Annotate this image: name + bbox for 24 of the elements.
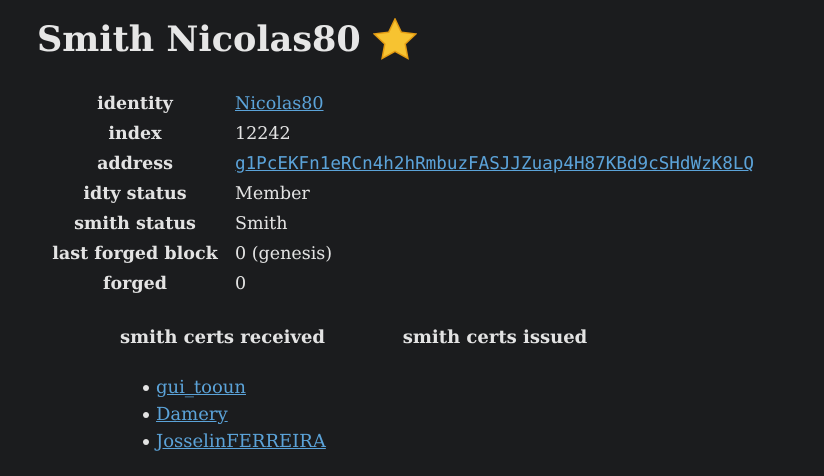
identity-link[interactable]: Nicolas80 <box>235 94 324 114</box>
section-heading: smith certs issued <box>402 327 588 348</box>
field-value: Member <box>235 184 310 204</box>
field-label: index <box>107 124 163 144</box>
field-label: idty status <box>82 184 188 204</box>
field-label: forged <box>102 274 168 294</box>
field-value: 0 <box>235 274 246 294</box>
field-label: smith status <box>73 214 197 234</box>
star-icon <box>372 18 417 60</box>
bullet-icon <box>143 412 149 418</box>
page-title: Smith Nicolas80 <box>37 18 361 60</box>
bullet-icon <box>143 438 149 444</box>
field-value: 12242 <box>235 124 291 144</box>
field-label: identity <box>96 94 174 114</box>
bullet-icon <box>143 384 149 390</box>
cert-link[interactable]: Damery <box>156 404 228 425</box>
section-heading: smith certs received <box>119 327 326 348</box>
field-value: 0 (genesis) <box>235 244 332 264</box>
cert-link[interactable]: gui_tooun <box>156 377 246 398</box>
field-value: Smith <box>235 214 288 234</box>
field-label: address <box>96 154 174 174</box>
address-link[interactable]: g1PcEKFn1eRCn4h2hRmbuzFASJJZuap4H87KBd9cSHdWzK8LQ <box>235 154 754 174</box>
field-label: last forged block <box>51 244 219 264</box>
cert-link[interactable]: JosselinFERREIRA <box>156 431 326 452</box>
